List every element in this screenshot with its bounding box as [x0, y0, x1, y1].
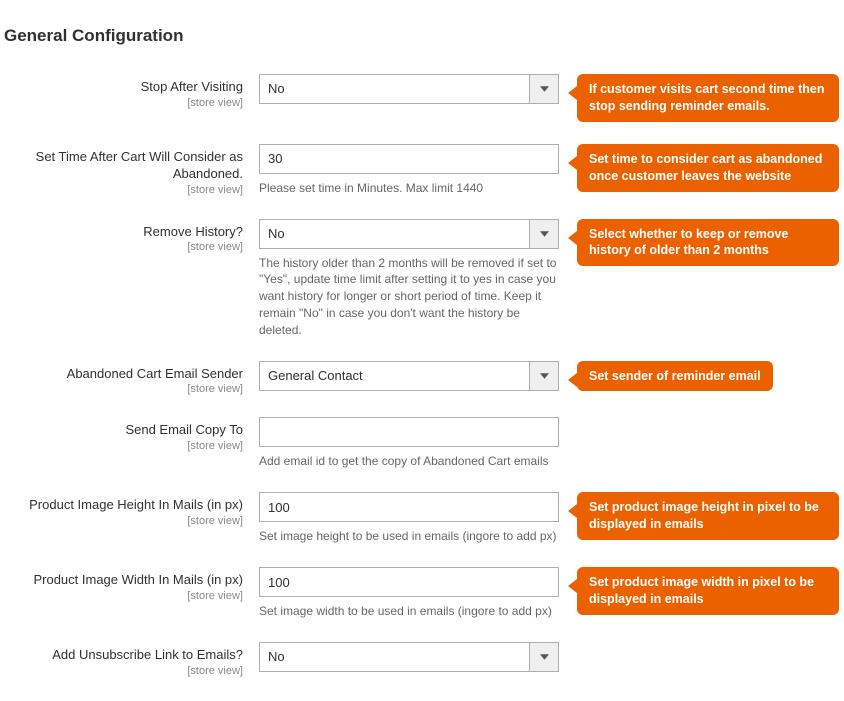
- field-img-width: Product Image Width In Mails (in px) [st…: [4, 567, 840, 620]
- chevron-down-icon[interactable]: [529, 361, 559, 391]
- chevron-down-icon[interactable]: [529, 74, 559, 104]
- set-time-input[interactable]: [259, 144, 559, 174]
- field-img-height: Product Image Height In Mails (in px) [s…: [4, 492, 840, 545]
- unsubscribe-select[interactable]: No: [259, 642, 559, 672]
- remove-history-select[interactable]: No: [259, 219, 559, 249]
- email-copy-input[interactable]: [259, 417, 559, 447]
- unsubscribe-value[interactable]: No: [259, 642, 529, 672]
- scope-label: [store view]: [4, 515, 243, 527]
- label-email-copy: Send Email Copy To: [4, 422, 243, 439]
- field-stop-after: Stop After Visiting [store view] No If c…: [4, 74, 840, 122]
- img-width-input[interactable]: [259, 567, 559, 597]
- callout-stop-after: If customer visits cart second time then…: [577, 74, 839, 122]
- label-remove-history: Remove History?: [4, 224, 243, 241]
- scope-label: [store view]: [4, 241, 243, 253]
- scope-label: [store view]: [4, 184, 243, 196]
- scope-label: [store view]: [4, 590, 243, 602]
- callout-set-time: Set time to consider cart as abandoned o…: [577, 144, 839, 192]
- chevron-down-icon[interactable]: [529, 642, 559, 672]
- help-set-time: Please set time in Minutes. Max limit 14…: [259, 180, 559, 197]
- scope-label: [store view]: [4, 383, 243, 395]
- img-height-input[interactable]: [259, 492, 559, 522]
- field-email-copy: Send Email Copy To [store view] Add emai…: [4, 417, 840, 470]
- label-img-height: Product Image Height In Mails (in px): [4, 497, 243, 514]
- help-remove-history: The history older than 2 months will be …: [259, 255, 559, 339]
- label-img-width: Product Image Width In Mails (in px): [4, 572, 243, 589]
- scope-label: [store view]: [4, 97, 243, 109]
- stop-after-select[interactable]: No: [259, 74, 559, 104]
- section-title: General Configuration: [4, 10, 840, 46]
- chevron-down-icon[interactable]: [529, 219, 559, 249]
- stop-after-value[interactable]: No: [259, 74, 529, 104]
- remove-history-value[interactable]: No: [259, 219, 529, 249]
- label-stop-after: Stop After Visiting: [4, 79, 243, 96]
- help-email-copy: Add email id to get the copy of Abandone…: [259, 453, 559, 470]
- email-sender-select[interactable]: General Contact: [259, 361, 559, 391]
- field-unsubscribe: Add Unsubscribe Link to Emails? [store v…: [4, 642, 840, 677]
- label-set-time: Set Time After Cart Will Consider as Aba…: [4, 149, 243, 183]
- help-img-height: Set image height to be used in emails (i…: [259, 528, 559, 545]
- scope-label: [store view]: [4, 440, 243, 452]
- field-set-time: Set Time After Cart Will Consider as Aba…: [4, 144, 840, 197]
- label-unsubscribe: Add Unsubscribe Link to Emails?: [4, 647, 243, 664]
- help-img-width: Set image width to be used in emails (in…: [259, 603, 559, 620]
- scope-label: [store view]: [4, 665, 243, 677]
- callout-remove-history: Select whether to keep or remove history…: [577, 219, 839, 267]
- field-email-sender: Abandoned Cart Email Sender [store view]…: [4, 361, 840, 396]
- callout-img-height: Set product image height in pixel to be …: [577, 492, 839, 540]
- callout-img-width: Set product image width in pixel to be d…: [577, 567, 839, 615]
- email-sender-value[interactable]: General Contact: [259, 361, 529, 391]
- label-email-sender: Abandoned Cart Email Sender: [4, 366, 243, 383]
- field-remove-history: Remove History? [store view] No The hist…: [4, 219, 840, 339]
- callout-email-sender: Set sender of reminder email: [577, 361, 773, 392]
